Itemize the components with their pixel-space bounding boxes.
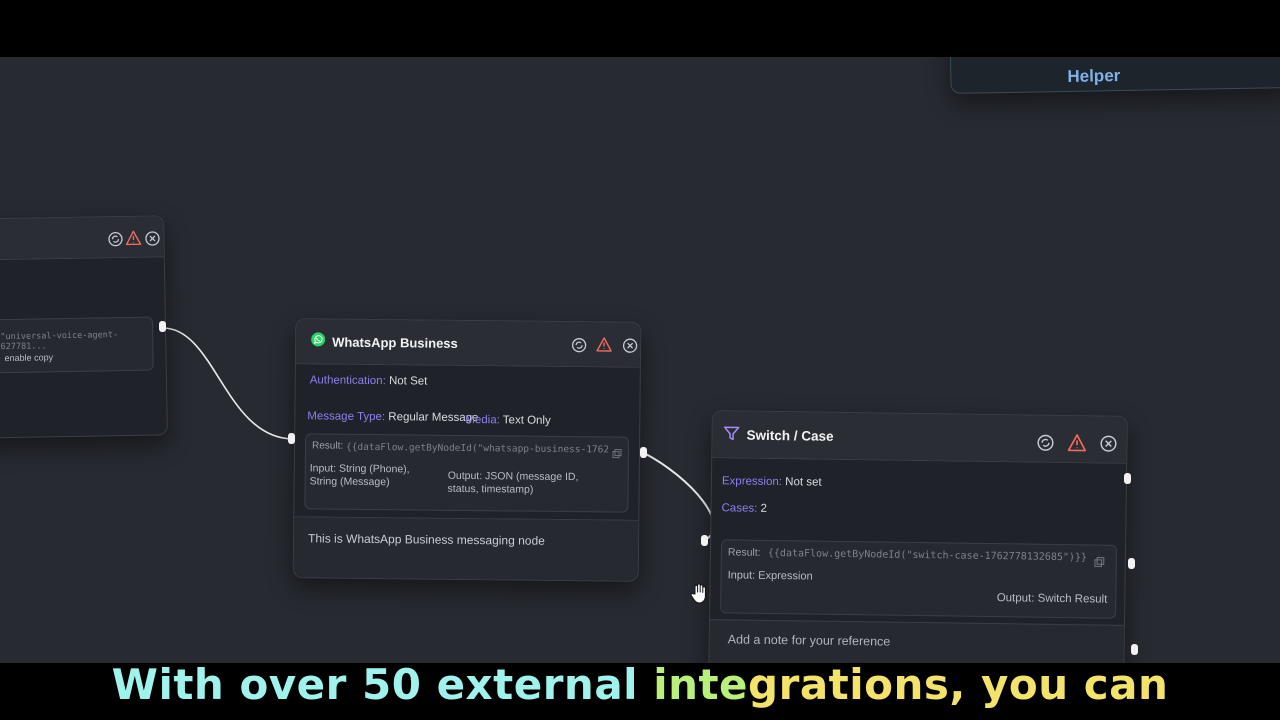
switch-input-text: Input: Expression bbox=[727, 569, 813, 583]
whatsapp-input-text: Input: String (Phone), String (Message) bbox=[309, 462, 410, 489]
switch-node-title: Switch / Case bbox=[746, 427, 834, 444]
whatsapp-result-text: {{dataFlow.getByNodeId("whatsapp-busines… bbox=[345, 441, 609, 456]
refresh-icon[interactable] bbox=[1036, 434, 1054, 452]
switch-result-label: Result: bbox=[727, 546, 761, 559]
switch-output-text: Output: Switch Result bbox=[996, 592, 1108, 606]
close-icon[interactable] bbox=[144, 230, 160, 246]
subtitle-part-2: inte bbox=[652, 659, 749, 710]
whatsapp-icon bbox=[310, 331, 326, 347]
message-type-field: Message Type: Regular Message bbox=[307, 410, 479, 425]
warning-icon bbox=[596, 336, 612, 352]
subtitle-part-1: With over 50 external bbox=[111, 659, 654, 710]
copy-icon[interactable] bbox=[612, 446, 622, 459]
whatsapp-note[interactable]: This is WhatsApp Business messaging node bbox=[293, 516, 639, 581]
cases-field: Cases: 2 bbox=[721, 502, 768, 515]
whatsapp-result-label: Result: bbox=[311, 440, 344, 452]
voice-agent-output-handle[interactable] bbox=[159, 321, 166, 332]
helper-node-title: Helper bbox=[1067, 66, 1121, 86]
whatsapp-output-handle[interactable] bbox=[640, 447, 647, 458]
refresh-icon[interactable] bbox=[571, 337, 587, 353]
switch-case-output-handle-3[interactable] bbox=[1131, 644, 1138, 655]
copy-icon[interactable] bbox=[1094, 554, 1105, 568]
whatsapp-input-handle[interactable] bbox=[288, 433, 295, 444]
helper-node[interactable]: Helper bbox=[949, 57, 1280, 94]
voice-agent-result-text: {{"universal-voice-agent-17627781... bbox=[0, 330, 119, 353]
switch-result-text: {{dataFlow.getByNodeId("switch-case-1762… bbox=[767, 547, 1088, 564]
subtitle-part-3: grations, you can bbox=[747, 659, 1169, 710]
edge-left-to-whatsapp bbox=[162, 327, 293, 440]
switch-input-handle[interactable] bbox=[701, 535, 708, 546]
enable-copy-toggle[interactable]: enable copy bbox=[4, 352, 53, 363]
refresh-icon[interactable] bbox=[107, 231, 123, 247]
expression-field: Expression: Not set bbox=[721, 475, 822, 489]
switch-case-output-handle-1[interactable] bbox=[1124, 473, 1131, 484]
close-icon[interactable] bbox=[622, 338, 638, 354]
voice-agent-result-box: {{"universal-voice-agent-17627781... ena… bbox=[0, 316, 154, 374]
switch-case-output-handle-2[interactable] bbox=[1128, 558, 1135, 569]
filter-icon bbox=[722, 424, 740, 442]
media-field: Media: Text Only bbox=[465, 413, 551, 427]
warning-icon bbox=[1067, 433, 1087, 452]
workflow-canvas[interactable]: Helper {{"universal-voice-agent-17627781… bbox=[0, 57, 1280, 663]
video-subtitle: With over 50 external integrations, you … bbox=[0, 656, 1280, 714]
whatsapp-business-node[interactable]: WhatsApp Business Authentication: Not Se… bbox=[292, 318, 642, 582]
switch-result-box: Result: {{dataFlow.getByNodeId("switch-c… bbox=[720, 539, 1118, 619]
whatsapp-result-box: Result: {{dataFlow.getByNodeId("whatsapp… bbox=[304, 433, 630, 513]
edge-whatsapp-to-switch bbox=[643, 452, 715, 542]
auth-field: Authentication: Not Set bbox=[309, 374, 428, 388]
close-icon[interactable] bbox=[1099, 435, 1117, 453]
warning-icon bbox=[125, 230, 142, 246]
whatsapp-output-text: Output: JSON (message ID, status, timest… bbox=[447, 469, 579, 496]
hand-cursor-icon bbox=[690, 583, 706, 604]
voice-agent-node[interactable]: {{"universal-voice-agent-17627781... ena… bbox=[0, 215, 168, 439]
whatsapp-node-title: WhatsApp Business bbox=[332, 334, 458, 351]
switch-case-node[interactable]: Switch / Case Expression: Not set Cases:… bbox=[708, 410, 1128, 663]
